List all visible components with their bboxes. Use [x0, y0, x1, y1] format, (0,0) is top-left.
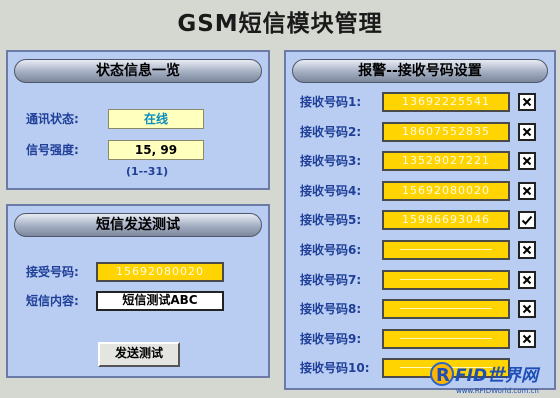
- close-icon: [522, 127, 532, 136]
- receiver-toggle-8[interactable]: [518, 300, 536, 319]
- signal-strength-value: 15, 99: [108, 140, 204, 160]
- receiver-number-input-8[interactable]: [382, 299, 510, 320]
- receiver-number-input-5[interactable]: 15986693046: [382, 210, 510, 231]
- page-title: GSM短信模块管理: [177, 11, 383, 37]
- receiver-number-input-4[interactable]: 15692080020: [382, 180, 510, 201]
- sms-panel-header: 短信发送测试: [14, 213, 262, 237]
- receiver-label-6: 接收号码6:: [300, 243, 362, 257]
- receiver-number-input-7[interactable]: [382, 269, 510, 290]
- close-icon: [522, 245, 532, 255]
- receiver-label-9: 接收号码9:: [300, 331, 362, 346]
- signal-strength-label: 信号强度:: [26, 143, 79, 157]
- sms-content-input[interactable]: 短信测试ABC: [96, 291, 224, 311]
- empty-number-placeholder: [400, 337, 492, 339]
- empty-number-placeholder: [400, 249, 492, 250]
- receiver-label-1: 接收号码1:: [300, 95, 362, 109]
- receiver-label-8: 接收号码8:: [300, 302, 362, 317]
- svg-text:R: R: [436, 365, 450, 386]
- close-icon: [522, 334, 532, 344]
- receiver-number-input[interactable]: 15692080020: [96, 262, 224, 282]
- receiver-toggle-3[interactable]: [518, 152, 536, 171]
- sms-content-label: 短信内容:: [26, 294, 79, 308]
- receiver-label-2: 接收号码2:: [300, 124, 362, 139]
- signal-range-hint: (1--31): [126, 165, 169, 178]
- close-icon: [522, 304, 532, 314]
- send-test-button[interactable]: 发送测试: [98, 342, 180, 367]
- receiver-toggle-4[interactable]: [518, 181, 536, 200]
- status-panel-header: 状态信息一览: [14, 59, 262, 83]
- empty-number-placeholder: [400, 278, 492, 280]
- svg-text:www.RFIDWorld.com.cn: www.RFIDWorld.com.cn: [456, 387, 539, 395]
- receiver-number-input-1[interactable]: 13692225541: [382, 92, 510, 112]
- empty-number-placeholder: [400, 308, 492, 310]
- receiver-toggle-5[interactable]: [518, 211, 536, 230]
- receiver-toggle-2[interactable]: [518, 122, 536, 141]
- receiver-toggle-6[interactable]: [518, 241, 536, 259]
- receiver-label-10: 接收号码10:: [300, 361, 370, 376]
- receiver-toggle-7[interactable]: [518, 270, 536, 289]
- comm-status-label: 通讯状态:: [26, 112, 79, 126]
- receiver-number-input-2[interactable]: 18607552835: [382, 121, 510, 142]
- close-icon: [522, 156, 532, 166]
- close-icon: [522, 186, 532, 196]
- alarm-receiver-panel: 报警--接收号码设置 接收号码1: 13692225541 接收号码2: 186075…: [284, 50, 556, 390]
- receiver-number-label: 接受号码:: [26, 265, 79, 279]
- close-icon: [522, 275, 532, 284]
- receiver-label-4: 接收号码4:: [300, 183, 362, 198]
- receiver-number-input-3[interactable]: 13529027221: [382, 151, 510, 172]
- alarm-panel-header: 报警--接收号码设置: [292, 59, 548, 83]
- check-icon: [521, 216, 533, 226]
- receiver-label-7: 接收号码7:: [300, 272, 362, 287]
- receiver-toggle-9[interactable]: [518, 329, 536, 348]
- rfid-world-logo: R FID世界网 www.RFIDWorld.com.cn: [430, 362, 541, 395]
- receiver-number-input-9[interactable]: [382, 328, 510, 349]
- receiver-number-input-6[interactable]: [382, 240, 510, 260]
- receiver-label-3: 接收号码3:: [300, 154, 362, 169]
- sms-test-panel: 短信发送测试 接受号码: 15692080020 短信内容: 短信测试ABC 发…: [6, 204, 270, 378]
- receiver-label-5: 接收号码5:: [300, 213, 362, 228]
- receiver-toggle-1[interactable]: [518, 93, 536, 111]
- svg-text:FID世界网: FID世界网: [455, 366, 541, 386]
- close-icon: [522, 97, 532, 107]
- status-panel: 状态信息一览 通讯状态: 在线 信号强度: 15, 99 (1--31): [6, 50, 270, 190]
- comm-status-value: 在线: [108, 109, 204, 129]
